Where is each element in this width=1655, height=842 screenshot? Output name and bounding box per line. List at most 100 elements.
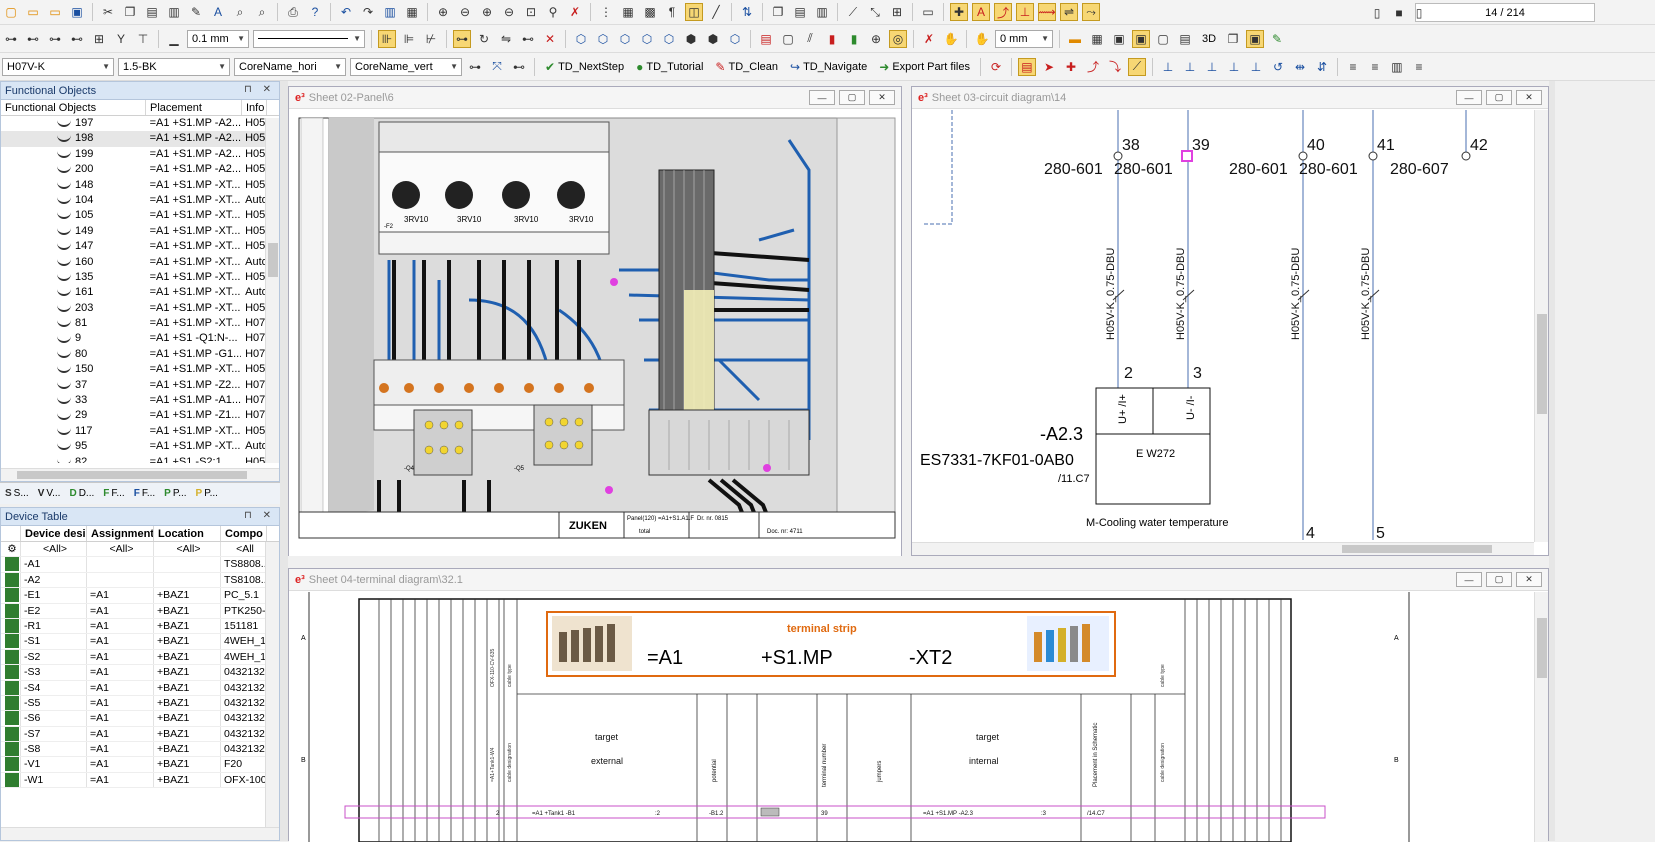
distribute-icon[interactable]: ⊥ <box>1225 58 1243 76</box>
scroll-thumb[interactable] <box>17 471 247 479</box>
wire-attach-icon[interactable]: ⊶ <box>466 58 484 76</box>
panel-open-icon[interactable]: ▢ <box>1154 30 1172 48</box>
line-style-field[interactable]: ▼ <box>253 29 365 48</box>
trace-icon[interactable]: ⤴ <box>1084 58 1102 76</box>
spell-check-icon[interactable]: A <box>209 3 227 21</box>
help-icon[interactable]: ? <box>306 3 324 21</box>
redo-icon[interactable]: ↷ <box>359 3 377 21</box>
maximize-button[interactable]: ▢ <box>1486 90 1512 105</box>
component-icon[interactable]: ✚ <box>950 3 968 21</box>
chevron-down-icon[interactable]: ▼ <box>218 62 226 71</box>
panel-tab[interactable]: V V... <box>35 485 64 503</box>
panel-tab[interactable]: S S... <box>2 485 32 503</box>
find-icon[interactable]: ⌕ <box>231 3 249 21</box>
route-manual-icon[interactable]: ⊬ <box>422 30 440 48</box>
cross-section-select[interactable]: 1.5-BK ▼ <box>118 57 230 76</box>
column-header[interactable]: Placement <box>146 100 242 115</box>
close-button[interactable]: ✕ <box>869 90 895 105</box>
symbol-grid-icon[interactable]: ⊞ <box>90 30 108 48</box>
horizontal-scrollbar[interactable] <box>912 542 1534 555</box>
symbol-connect-icon[interactable]: ⊶ <box>46 30 64 48</box>
panel-tab[interactable]: F F... <box>100 485 127 503</box>
cancel-icon[interactable]: ✗ <box>920 30 938 48</box>
zoom-plus-icon[interactable]: ⊕ <box>478 3 496 21</box>
target-icon[interactable]: ◎ <box>889 29 907 48</box>
stop-icon[interactable]: ■ <box>1390 4 1408 22</box>
scroll-thumb[interactable] <box>268 243 278 277</box>
list-item[interactable]: 105 =A1 +S1.MP -XT... H05 <box>1 208 266 223</box>
grid-icon[interactable]: ⋮ <box>597 3 615 21</box>
tutorial-button[interactable]: ● TD_Tutorial <box>630 57 709 77</box>
scroll-thumb[interactable] <box>1537 618 1547 678</box>
panel-tab[interactable]: P P... <box>193 485 221 503</box>
filter-location[interactable]: <All> <box>154 542 221 557</box>
panel-pin-close-icon[interactable]: ⊓ ✕ <box>244 510 275 521</box>
align-right-icon[interactable]: ⊥ <box>1203 58 1221 76</box>
chevron-down-icon[interactable]: ▼ <box>450 62 458 71</box>
terminal-diagram[interactable]: A B A B OFX-110-CV-635 cable type =A1+Ta… <box>289 592 1534 842</box>
align-top-icon[interactable]: ⊥ <box>1247 58 1265 76</box>
cube-7-icon[interactable]: ⬢ <box>704 30 722 48</box>
copy-icon[interactable]: ❐ <box>121 3 139 21</box>
table-row[interactable]: -S2=A1+BAZ14WEH_1... <box>1 649 279 666</box>
column-header[interactable]: Assignment <box>87 526 154 541</box>
list-item[interactable]: 37 =A1 +S1.MP -Z2... H07 <box>1 378 266 393</box>
export-parts-button[interactable]: ➜ Export Part files <box>873 57 976 77</box>
text-right-icon[interactable]: ≡ <box>1410 58 1428 76</box>
device-symbol[interactable]: U+ /I+ U- /I- E W272 <box>1095 387 1211 505</box>
window-tile-vertical-icon[interactable]: ▥ <box>813 3 831 21</box>
list-item[interactable]: 149 =A1 +S1.MP -XT... H05 <box>1 224 266 239</box>
table-row[interactable]: -S8=A1+BAZ10432132... <box>1 742 279 758</box>
paragraph-icon[interactable]: ¶ <box>663 3 681 21</box>
vertical-scrollbar[interactable] <box>1534 592 1548 842</box>
filter-device[interactable]: <All> <box>21 542 87 557</box>
page-icon[interactable]: ▯ <box>1410 4 1428 22</box>
offset-icon[interactable]: ✋ <box>973 30 991 48</box>
symbol-group-icon[interactable]: ⊷ <box>24 30 42 48</box>
list-item[interactable]: 29 =A1 +S1.MP -Z1... H07 <box>1 408 266 423</box>
highlight-icon[interactable]: ◫ <box>685 3 703 21</box>
text-icon[interactable]: A <box>972 3 990 21</box>
list-item[interactable]: 161 =A1 +S1.MP -XT... Auto <box>1 285 266 300</box>
offset-field[interactable]: 0 mm ▼ <box>995 29 1053 48</box>
rotate-icon[interactable]: ↻ <box>475 30 493 48</box>
rotate-left-icon[interactable]: ↺ <box>1269 58 1287 76</box>
list-item[interactable]: 33 =A1 +S1.MP -A1... H07 <box>1 393 266 408</box>
crosshair-icon[interactable]: ⊕ <box>867 30 885 48</box>
close-button[interactable]: ✕ <box>1516 572 1542 587</box>
line-tool-icon[interactable]: ╱ <box>707 3 725 21</box>
align-center-icon[interactable]: ⊥ <box>1181 58 1199 76</box>
connector-icon[interactable]: ⤴ <box>994 3 1012 21</box>
column-header[interactable]: Functional Objects <box>1 100 146 115</box>
navigate-button[interactable]: ↪ TD_Navigate <box>784 57 873 77</box>
cable-icon[interactable]: ⤳ <box>1082 3 1100 21</box>
vertical-scrollbar[interactable] <box>1534 110 1548 542</box>
paint-icon[interactable]: ✎ <box>1268 30 1286 48</box>
ortho-icon[interactable]: ▩ <box>641 3 659 21</box>
panel-tab[interactable]: P P... <box>161 485 189 503</box>
measure-icon[interactable]: ⟋ <box>844 3 862 21</box>
measure-diag-icon[interactable]: ⟋ <box>1127 57 1146 76</box>
frame-icon[interactable]: ▣ <box>1246 29 1265 48</box>
list-item[interactable]: 200 =A1 +S1.MP -A2... H05 <box>1 162 266 177</box>
new-file-icon[interactable]: ▢ <box>2 3 20 21</box>
gear-icon[interactable]: ⚙ <box>1 542 21 557</box>
table-row[interactable]: -S3=A1+BAZ10432132... <box>1 665 279 681</box>
list-item[interactable]: 104 =A1 +S1.MP -XT... Auto <box>1 193 266 208</box>
scroll-thumb[interactable] <box>1537 314 1547 414</box>
binoculars-icon[interactable]: ⚲ <box>544 3 562 21</box>
open-folder-icon[interactable]: ▭ <box>24 3 42 21</box>
cube-2-icon[interactable]: ⬡ <box>594 30 612 48</box>
panel-tab[interactable]: F F... <box>131 485 158 503</box>
route-auto-icon[interactable]: ⊫ <box>400 30 418 48</box>
spacing-icon[interactable]: ⇹ <box>1291 58 1309 76</box>
list-item[interactable]: 135 =A1 +S1.MP -XT... H05 <box>1 270 266 285</box>
wire-edit-icon[interactable]: ⊷ <box>510 58 528 76</box>
table-row[interactable]: -S6=A1+BAZ10432132... <box>1 711 279 727</box>
list-item[interactable]: 80 =A1 +S1.MP -G1... H07 <box>1 347 266 362</box>
connect-icon[interactable]: ⊷ <box>519 30 537 48</box>
undo-icon[interactable]: ↶ <box>337 3 355 21</box>
open-recent-icon[interactable]: ▭ <box>46 3 64 21</box>
circuit-breakers[interactable]: 3RV10 3RV10 3RV10 3RV10 -F2 <box>378 121 610 255</box>
table-row[interactable]: -A1 TS8808... <box>1 557 279 573</box>
